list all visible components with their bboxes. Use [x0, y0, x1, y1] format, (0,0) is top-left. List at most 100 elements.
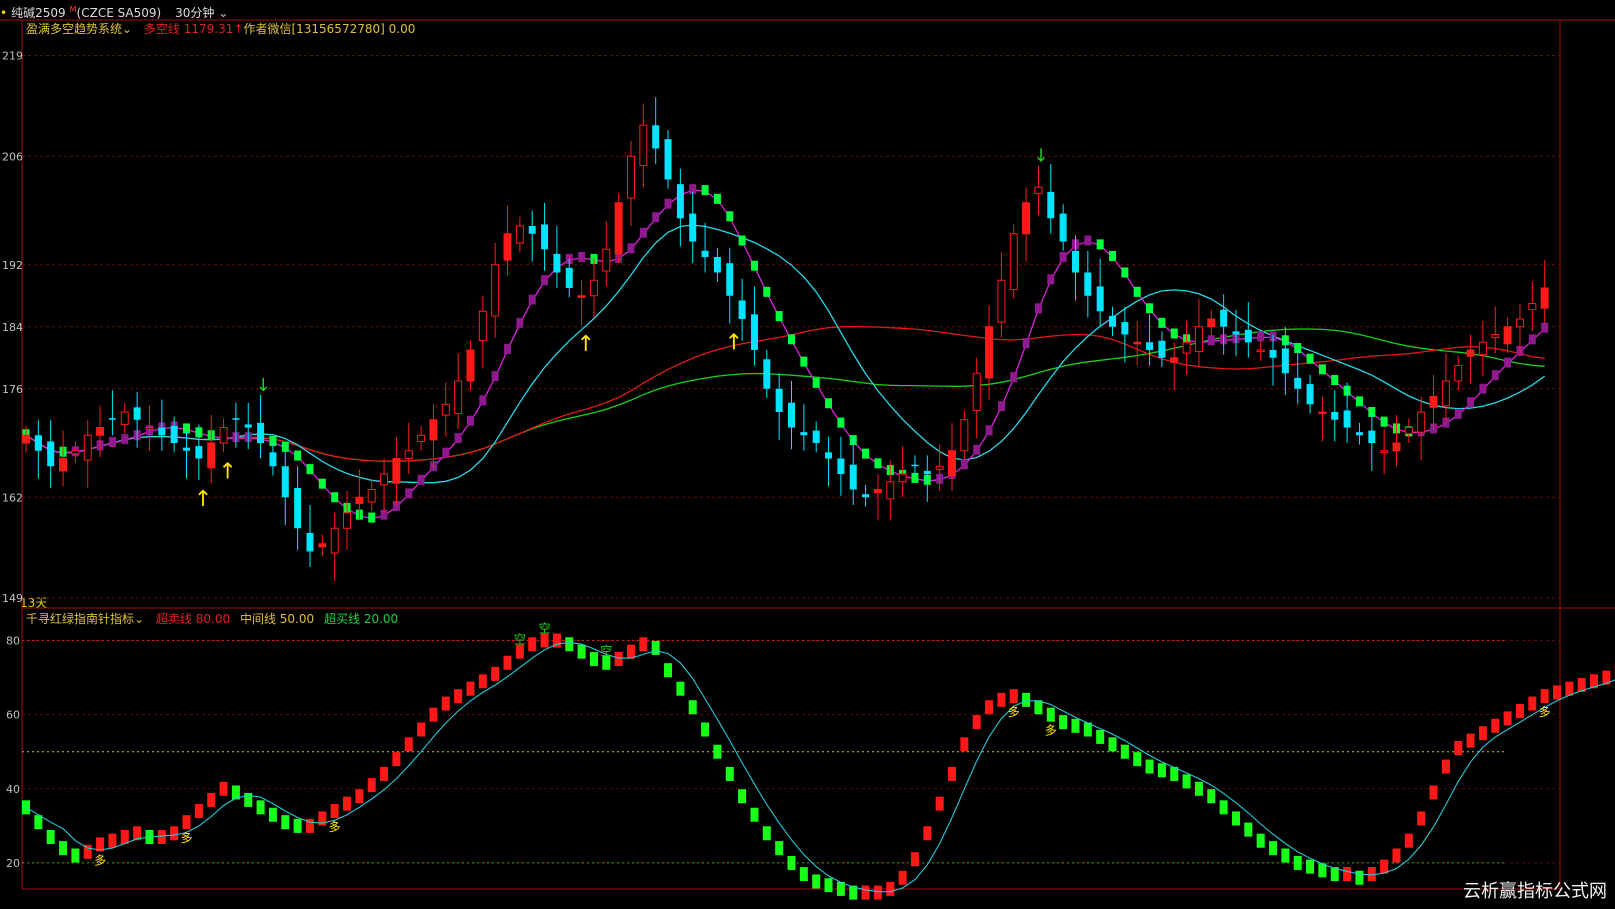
indicator-block: [799, 867, 808, 882]
indicator-block: [873, 885, 882, 900]
indicator-block: [1231, 811, 1240, 826]
chart-canvas[interactable]: 149162176184192206219 ↑↑↑↑↑↑↓↓ 20406080 …: [0, 0, 1615, 909]
trend-block: [837, 417, 845, 428]
indicator-block: [1182, 774, 1191, 789]
indicator-block: [1145, 759, 1154, 774]
trend-block: [1355, 396, 1363, 407]
indicator-block: [565, 637, 574, 652]
candle-body: [1244, 329, 1252, 343]
candle-body: [158, 427, 166, 436]
trend-block: [442, 447, 450, 458]
trend-block: [1504, 357, 1512, 368]
indicator-block: [886, 881, 895, 896]
trend-block: [541, 275, 549, 286]
trend-block: [985, 425, 993, 436]
indicator-block: [343, 796, 352, 811]
main-tick-label: 184: [2, 321, 23, 334]
trend-block: [294, 450, 302, 461]
candle-body: [873, 489, 882, 494]
trend-block: [639, 227, 647, 238]
indicator-block: [1392, 848, 1401, 863]
candle-body: [614, 202, 623, 255]
indicator-block: [429, 707, 438, 722]
indicator-block: [639, 637, 648, 652]
trend-block: [627, 243, 635, 254]
indicator-block: [355, 789, 364, 804]
indicator-block: [1096, 729, 1105, 744]
up-arrow-icon: ↑: [577, 332, 595, 357]
trend-block: [738, 235, 746, 246]
candle-body: [34, 435, 42, 451]
sub-tick-label: 80: [6, 635, 20, 648]
candle-body: [417, 434, 426, 442]
trend-block: [368, 512, 376, 523]
candle-body: [1022, 202, 1031, 235]
trend-block: [652, 212, 660, 223]
candle-body: [1417, 411, 1426, 433]
indicator-block: [1355, 870, 1364, 885]
trend-block: [1022, 338, 1030, 349]
indicator-block: [441, 696, 450, 711]
indicator-block: [688, 700, 697, 715]
candle-body: [825, 452, 833, 459]
indicator-block: [1022, 692, 1031, 707]
indicator-block: [1306, 859, 1315, 874]
candle-body: [466, 349, 475, 382]
trend-block: [1010, 372, 1018, 383]
candle-body: [639, 124, 648, 167]
candle-body: [71, 450, 80, 455]
candle-body: [589, 279, 598, 297]
candle-body: [1331, 412, 1339, 420]
candle-body: [1182, 341, 1191, 354]
candle-body: [83, 434, 92, 461]
candle-body: [1281, 348, 1289, 374]
trend-block: [454, 433, 462, 444]
sell-marker: 空: [539, 622, 551, 636]
indicator-block: [1553, 685, 1561, 700]
indicator-block: [293, 818, 302, 833]
up-arrow-icon: ↑: [725, 331, 743, 356]
trend-block: [874, 458, 882, 469]
down-arrow-icon: ↓: [1033, 146, 1048, 167]
indicator-block: [1281, 848, 1290, 863]
green-long-line: [25, 328, 1545, 462]
candle-body: [108, 418, 116, 420]
indicator-block: [972, 715, 981, 730]
main-tick-label: 162: [2, 491, 23, 504]
candle-body: [257, 422, 265, 443]
candle-body: [232, 418, 240, 420]
indicator-block: [750, 807, 759, 822]
trend-block: [504, 344, 512, 354]
buy-marker: 多: [94, 853, 106, 867]
indicator-block: [1244, 822, 1253, 837]
candle-body: [626, 155, 635, 199]
indicator-block: [194, 804, 203, 819]
trend-block: [306, 464, 314, 475]
candle-body: [726, 263, 734, 296]
indicator-block: [392, 752, 401, 767]
candles: [22, 97, 1549, 581]
indicator-block: [417, 722, 426, 737]
trend-block: [516, 317, 524, 328]
candle-body: [1368, 430, 1376, 443]
trend-block: [1479, 383, 1487, 394]
main-tick-label: 149: [2, 592, 23, 605]
indicator-block: [1157, 763, 1166, 778]
signal-arrows: ↑↑↑↑↑↑↓↓: [194, 146, 1049, 513]
indicator-block: [1219, 800, 1228, 815]
candle-body: [1269, 350, 1277, 358]
trend-block: [1109, 251, 1117, 261]
candle-body: [1466, 349, 1475, 357]
indicator-block: [1133, 752, 1142, 767]
indicator-block: [108, 833, 117, 848]
indicator-block: [923, 826, 932, 841]
candle-body: [701, 250, 709, 257]
candle-body: [837, 458, 845, 474]
candle-body: [1515, 318, 1524, 328]
candle-body: [960, 419, 969, 452]
indicator-block: [46, 829, 55, 844]
main-tick-label: 176: [2, 383, 23, 396]
indicator-block: [676, 681, 685, 696]
trend-block: [1528, 334, 1536, 345]
indicator-block: [997, 692, 1006, 707]
